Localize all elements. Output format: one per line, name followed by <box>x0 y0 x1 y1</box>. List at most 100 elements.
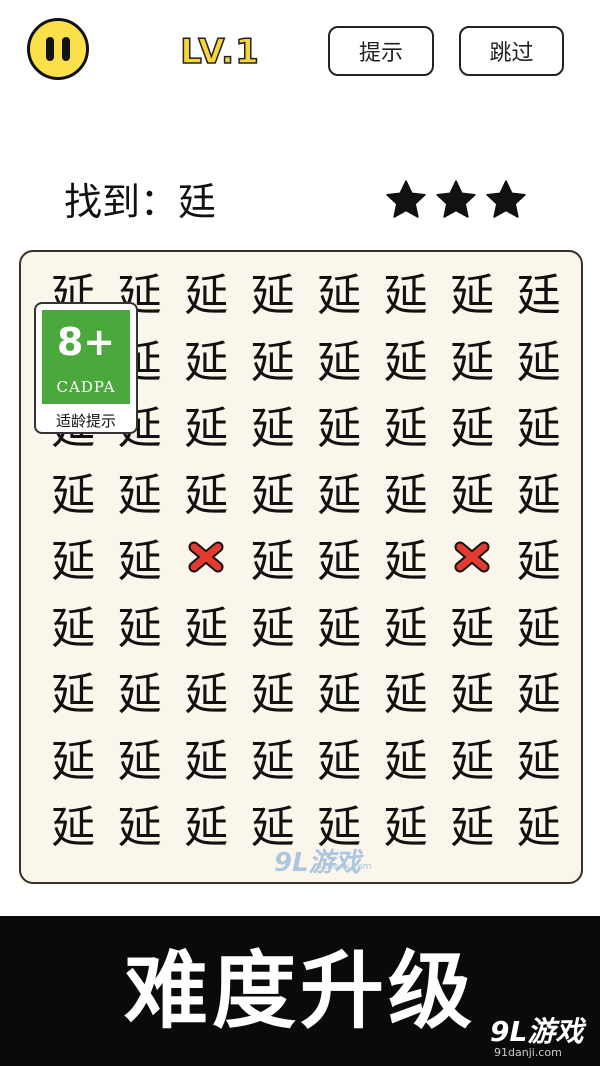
grid-char: 延 <box>450 403 495 455</box>
grid-cell[interactable]: 延 <box>373 524 440 591</box>
grid-cell[interactable]: 延 <box>107 591 174 658</box>
grid-cell[interactable]: 延 <box>306 657 373 724</box>
grid-cell[interactable]: 延 <box>306 258 373 325</box>
grid-char: 延 <box>184 270 229 322</box>
grid-char: 延 <box>51 469 96 521</box>
grid-cell[interactable]: 延 <box>506 657 573 724</box>
grid-char: 延 <box>450 735 495 787</box>
age-rating-tip: 适龄提示 <box>55 412 116 430</box>
grid-cell[interactable]: 延 <box>306 591 373 658</box>
pause-button[interactable] <box>27 18 89 80</box>
grid-cell[interactable]: 延 <box>173 325 240 392</box>
grid-char: 延 <box>117 602 162 654</box>
grid-cell[interactable]: 廷 <box>506 258 573 325</box>
star-icon <box>486 180 526 218</box>
grid-cell[interactable]: 延 <box>373 325 440 392</box>
grid-char: 延 <box>516 536 561 588</box>
grid-cell[interactable]: 延 <box>173 724 240 791</box>
grid-char: 延 <box>250 536 295 588</box>
grid-cell[interactable]: 延 <box>506 724 573 791</box>
grid-char: 延 <box>383 735 428 787</box>
grid-cell[interactable]: 延 <box>240 657 307 724</box>
grid-cell[interactable]: 延 <box>373 458 440 525</box>
grid-cell[interactable]: 延 <box>40 790 107 857</box>
grid-cell[interactable] <box>173 524 240 591</box>
grid-cell[interactable]: 延 <box>506 524 573 591</box>
grid-cell[interactable]: 延 <box>373 724 440 791</box>
grid-cell[interactable]: 延 <box>306 391 373 458</box>
grid-cell[interactable]: 延 <box>306 325 373 392</box>
grid-cell[interactable]: 延 <box>173 391 240 458</box>
grid-cell[interactable]: 延 <box>306 458 373 525</box>
grid-char: 延 <box>250 669 295 721</box>
grid-cell[interactable]: 延 <box>40 657 107 724</box>
grid-cell[interactable]: 延 <box>107 458 174 525</box>
grid-char: 延 <box>117 536 162 588</box>
grid-cell[interactable]: 延 <box>107 524 174 591</box>
grid-cell[interactable]: 延 <box>240 458 307 525</box>
grid-cell[interactable]: 延 <box>306 524 373 591</box>
grid-cell[interactable]: 延 <box>40 458 107 525</box>
grid-cell[interactable] <box>439 524 506 591</box>
grid-cell[interactable]: 延 <box>173 258 240 325</box>
grid-cell[interactable]: 延 <box>506 391 573 458</box>
grid-cell[interactable]: 延 <box>173 790 240 857</box>
age-rating-number: 8+ <box>56 320 116 364</box>
grid-char: 延 <box>184 469 229 521</box>
grid-char: 延 <box>450 270 495 322</box>
grid-cell[interactable]: 延 <box>107 724 174 791</box>
grid-cell[interactable]: 延 <box>373 391 440 458</box>
grid-cell[interactable]: 延 <box>306 724 373 791</box>
watermark-url-bottom: 91danji.com <box>494 1046 562 1059</box>
grid-cell[interactable]: 延 <box>107 790 174 857</box>
grid-cell[interactable]: 延 <box>373 591 440 658</box>
grid-char: 延 <box>250 270 295 322</box>
grid-cell[interactable]: 延 <box>240 391 307 458</box>
hint-button[interactable]: 提示 <box>328 26 434 76</box>
grid-cell[interactable]: 延 <box>439 724 506 791</box>
grid-char: 延 <box>184 602 229 654</box>
grid-cell[interactable]: 延 <box>439 391 506 458</box>
grid-cell[interactable]: 延 <box>506 790 573 857</box>
skip-button[interactable]: 跳过 <box>459 26 564 76</box>
grid-cell[interactable]: 延 <box>373 258 440 325</box>
grid-char: 延 <box>383 536 428 588</box>
watermark-brand: 9L游戏 <box>274 848 361 878</box>
pause-icon <box>46 37 54 61</box>
grid-char: 延 <box>250 403 295 455</box>
grid-char: 延 <box>516 802 561 854</box>
level-indicator: LV.1 <box>180 31 260 73</box>
grid-cell[interactable]: 延 <box>439 458 506 525</box>
grid-char: 延 <box>516 602 561 654</box>
game-screen: LV.1 提示 跳过 找到：廷 延延延延延延延廷延延延延延延延延延延延延延延延延… <box>0 0 600 1066</box>
grid-cell[interactable]: 延 <box>439 657 506 724</box>
grid-cell[interactable]: 延 <box>107 657 174 724</box>
grid-cell[interactable]: 延 <box>173 458 240 525</box>
grid-cell[interactable]: 延 <box>240 591 307 658</box>
age-rating-panel: 8+ CADPA <box>42 310 130 404</box>
grid-cell[interactable]: 延 <box>240 258 307 325</box>
grid-char: 延 <box>117 802 162 854</box>
grid-cell[interactable]: 延 <box>506 325 573 392</box>
grid-cell[interactable]: 延 <box>439 325 506 392</box>
grid-cell[interactable]: 延 <box>240 724 307 791</box>
grid-cell[interactable]: 延 <box>373 657 440 724</box>
grid-cell[interactable]: 延 <box>173 591 240 658</box>
star-rating <box>384 178 528 222</box>
grid-cell[interactable]: 延 <box>506 458 573 525</box>
grid-char: 延 <box>317 536 362 588</box>
grid-cell[interactable]: 延 <box>173 657 240 724</box>
grid-cell[interactable]: 延 <box>439 790 506 857</box>
grid-cell[interactable]: 延 <box>40 591 107 658</box>
grid-char: 延 <box>117 669 162 721</box>
grid-cell[interactable]: 延 <box>439 258 506 325</box>
grid-cell[interactable]: 延 <box>240 325 307 392</box>
grid-cell[interactable]: 延 <box>439 591 506 658</box>
grid-char: 延 <box>383 270 428 322</box>
grid-char: 延 <box>317 403 362 455</box>
grid-cell[interactable]: 延 <box>40 724 107 791</box>
grid-cell[interactable]: 延 <box>40 524 107 591</box>
star-icon <box>386 180 426 218</box>
grid-cell[interactable]: 延 <box>506 591 573 658</box>
grid-cell[interactable]: 延 <box>240 524 307 591</box>
